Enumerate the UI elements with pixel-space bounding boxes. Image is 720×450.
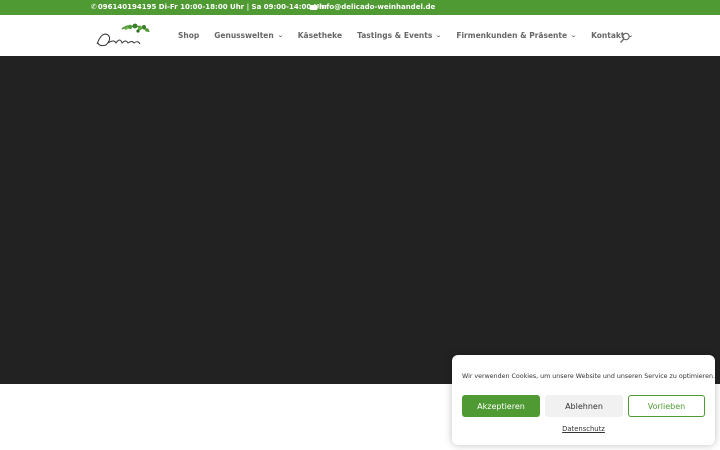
cookie-message: Wir verwenden Cookies, um unsere Website… [462,373,715,380]
nav-firmenkunden[interactable]: Firmenkunden & Präsente ⌄ [456,31,576,40]
chevron-down-icon: ⌄ [276,32,284,39]
nav-label: Shop [178,31,200,40]
site-header: Shop Genusswelten ⌄ Käsetheke Tastings &… [0,15,720,56]
delicado-logo[interactable] [94,23,150,49]
cookie-consent-banner: Wir verwenden Cookies, um unsere Website… [452,355,715,445]
nav-tastings-events[interactable]: Tastings & Events ⌄ [357,31,443,40]
nav-label: Käsetheke [297,31,343,40]
nav-label: Firmenkunden & Präsente [456,31,568,40]
chevron-down-icon: ⌄ [435,32,443,39]
nav-label: Genusswelten [214,31,274,40]
nav-kaesetheke[interactable]: Käsetheke [298,31,342,40]
phone-number[interactable]: 096140194195 [98,3,156,11]
email-link[interactable]: info@delicado-weinhandel.de [319,3,435,11]
chevron-down-icon: ⌄ [570,32,577,39]
main-nav: Shop Genusswelten ⌄ Käsetheke Tastings &… [178,15,634,56]
search-button[interactable] [619,29,631,43]
logo-graphic [96,23,150,47]
envelope-icon [310,4,317,10]
phone-icon: ✆ [91,3,97,11]
nav-shop[interactable]: Shop [178,31,199,40]
top-bar: ✆ 096140194195 Di-Fr 10:00-18:00 Uhr | S… [0,0,720,15]
deny-cookies-button[interactable]: Ablehnen [545,395,623,417]
nav-genusswelten[interactable]: Genusswelten ⌄ [214,31,284,40]
nav-label: Tastings & Events [357,31,433,40]
opening-hours: Di-Fr 10:00-18:00 Uhr | Sa 09:00-14:00 U… [158,3,328,11]
hero-section [0,56,720,384]
contact-email[interactable]: info@delicado-weinhandel.de [310,3,435,11]
cookie-preferences-button[interactable]: Vorlieben [628,395,705,417]
search-icon [620,32,630,43]
privacy-link[interactable]: Datenschutz [452,425,715,433]
contact-phone-hours: ✆ 096140194195 Di-Fr 10:00-18:00 Uhr | S… [91,3,328,11]
accept-cookies-button[interactable]: Akzeptieren [462,395,540,417]
